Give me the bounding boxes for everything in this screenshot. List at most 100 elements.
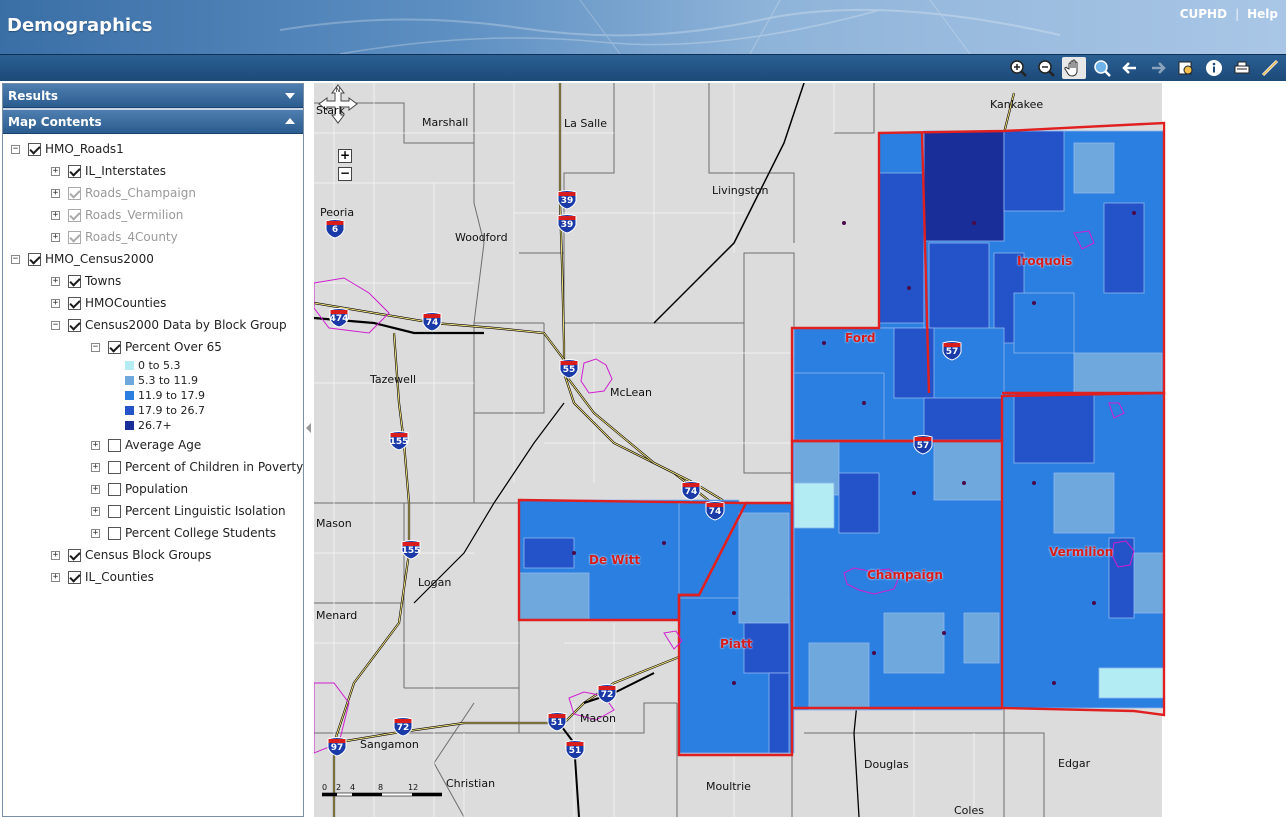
layer-node[interactable]: − Census2000 Data by Block Group — [51, 316, 287, 334]
zoom-in-icon[interactable] — [1006, 57, 1030, 79]
expand-icon[interactable]: + — [51, 232, 60, 242]
legend-item: 17.9 to 26.7 — [125, 403, 205, 417]
layer-node[interactable]: + Percent Linguistic Isolation — [91, 502, 286, 520]
collapse-icon[interactable]: − — [11, 144, 20, 154]
interstate-shield-icon: 57 — [941, 341, 963, 361]
layer-checkbox[interactable] — [108, 526, 121, 540]
expand-icon[interactable]: + — [91, 462, 100, 472]
top-links: CUPHD | Help — [1179, 7, 1278, 21]
layer-node[interactable]: − HMO_Roads1 — [11, 140, 124, 158]
pan-hand-icon[interactable] — [1062, 57, 1086, 79]
layer-checkbox[interactable] — [108, 340, 121, 354]
layer-node[interactable]: + IL_Interstates — [51, 162, 166, 180]
expand-icon[interactable]: + — [91, 506, 100, 516]
expand-icon[interactable]: + — [51, 188, 60, 198]
chevron-down-icon[interactable] — [285, 93, 295, 99]
zoom-out-icon[interactable] — [1034, 57, 1058, 79]
interstate-shield-icon: 55 — [558, 359, 580, 379]
legend-swatch — [125, 360, 134, 370]
select-icon[interactable] — [1174, 57, 1198, 79]
forward-arrow-icon[interactable] — [1146, 57, 1170, 79]
layer-node[interactable]: − HMO_Census2000 — [11, 250, 154, 268]
expand-icon[interactable]: + — [91, 440, 100, 450]
legend-label: 5.3 to 11.9 — [138, 373, 199, 387]
layer-node[interactable]: + Census Block Groups — [51, 546, 211, 564]
expand-icon[interactable]: + — [51, 298, 60, 308]
expand-icon[interactable]: + — [51, 210, 60, 220]
layer-checkbox[interactable] — [68, 570, 81, 584]
layer-node[interactable]: + IL_Counties — [51, 568, 154, 586]
layer-checkbox[interactable] — [28, 252, 41, 266]
legend-swatch — [125, 375, 134, 385]
interstate-shield-icon: 155 — [400, 540, 422, 560]
layer-checkbox[interactable] — [108, 504, 121, 518]
legend-label: 26.7+ — [138, 418, 172, 432]
layer-checkbox[interactable] — [68, 296, 81, 310]
collapse-icon[interactable]: − — [91, 342, 100, 352]
layer-checkbox[interactable] — [68, 208, 81, 222]
interstate-shield-icon: 97 — [326, 737, 348, 757]
chevron-up-icon[interactable] — [285, 118, 295, 124]
map-zoom-in-button[interactable]: + — [338, 149, 352, 163]
cuphd-link[interactable]: CUPHD — [1180, 7, 1227, 21]
help-link[interactable]: Help — [1247, 7, 1278, 21]
map-view[interactable]: N + − Stark Marshall La Salle Livingston Kan… — [314, 83, 1286, 817]
county-label: Piatt — [720, 637, 753, 651]
interstate-number: 155 — [401, 546, 421, 556]
layer-checkbox[interactable] — [108, 438, 121, 452]
layer-node[interactable]: + Roads_4County — [51, 228, 178, 246]
layer-node[interactable]: − Percent Over 65 — [91, 338, 222, 356]
layer-checkbox[interactable] — [108, 482, 121, 496]
layer-node[interactable]: + Average Age — [91, 436, 201, 454]
print-icon[interactable] — [1230, 57, 1254, 79]
layer-checkbox[interactable] — [108, 460, 121, 474]
panel-splitter[interactable] — [304, 83, 314, 817]
layer-node[interactable]: + Roads_Champaign — [51, 184, 196, 202]
layer-checkbox[interactable] — [68, 230, 81, 244]
expand-icon[interactable]: + — [51, 550, 60, 560]
layer-node[interactable]: + Percent College Students — [91, 524, 276, 542]
place-label: Christian — [446, 777, 496, 790]
layer-checkbox[interactable] — [68, 186, 81, 200]
layer-checkbox[interactable] — [68, 548, 81, 562]
layer-node[interactable]: + Population — [91, 480, 188, 498]
place-label: Livingston — [712, 184, 769, 197]
expand-icon[interactable]: + — [91, 484, 100, 494]
identify-info-icon[interactable] — [1202, 57, 1226, 79]
collapse-icon[interactable]: − — [51, 320, 60, 330]
expand-icon[interactable]: + — [51, 166, 60, 176]
layer-label: Percent Over 65 — [125, 340, 222, 354]
interstate-number: 97 — [330, 743, 344, 753]
expand-icon[interactable]: + — [91, 528, 100, 538]
measure-icon[interactable] — [1258, 57, 1282, 79]
interstate-number: 72 — [600, 690, 614, 700]
place-label: Peoria — [320, 206, 355, 219]
collapse-arrow-icon[interactable] — [306, 423, 311, 433]
place-label: Menard — [316, 609, 358, 622]
scale-label: 0 — [322, 783, 328, 792]
results-panel-header[interactable]: Results — [3, 84, 303, 108]
map-zoom-out-button[interactable]: − — [338, 167, 352, 181]
interstate-number: 6 — [331, 225, 339, 235]
legend-swatch — [125, 390, 134, 400]
layer-checkbox[interactable] — [68, 274, 81, 288]
collapse-icon[interactable]: − — [11, 254, 20, 264]
expand-icon[interactable]: + — [51, 572, 60, 582]
layer-label: IL_Interstates — [85, 164, 167, 178]
county-label: Ford — [845, 331, 876, 345]
layer-checkbox[interactable] — [68, 164, 81, 178]
layer-node[interactable]: + Percent of Children in Poverty — [91, 458, 303, 476]
map-contents-panel-header[interactable]: Map Contents — [3, 110, 303, 134]
expand-icon[interactable]: + — [51, 276, 60, 286]
layer-node[interactable]: + HMOCounties — [51, 294, 166, 312]
interstate-shield-icon: 39 — [556, 214, 578, 234]
back-arrow-icon[interactable] — [1118, 57, 1142, 79]
place-label: Tazewell — [370, 373, 417, 386]
place-label: Coles — [954, 804, 984, 817]
scale-bar: 0 2 4 8 12 — [322, 783, 442, 799]
full-extent-icon[interactable] — [1090, 57, 1114, 79]
layer-node[interactable]: + Roads_Vermilion — [51, 206, 183, 224]
layer-node[interactable]: + Towns — [51, 272, 121, 290]
layer-checkbox[interactable] — [28, 142, 41, 156]
layer-checkbox[interactable] — [68, 318, 81, 332]
